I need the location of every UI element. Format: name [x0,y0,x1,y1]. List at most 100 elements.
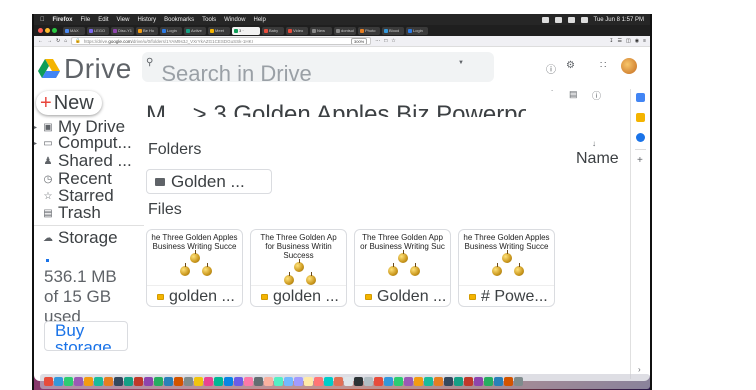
dock-app-icon[interactable] [394,377,403,386]
expand-caret-icon[interactable]: ▸ [34,124,38,131]
keep-icon[interactable] [636,113,645,122]
dock-app-icon[interactable] [174,377,183,386]
browser-tab[interactable]: Photo [358,26,381,35]
dock-app-icon[interactable] [364,377,373,386]
menubar-clock[interactable]: Tue Jun 8 1:57 PM [594,17,644,23]
dock-app-icon[interactable] [114,377,123,386]
dock-app-icon[interactable] [224,377,233,386]
browser-tab[interactable]: LEGO [87,26,109,35]
dock-app-icon[interactable] [254,377,263,386]
browser-tab[interactable]: Active [184,26,207,35]
dock-app-icon[interactable] [344,377,353,386]
new-button[interactable]: + New [36,91,102,115]
dock-app-icon[interactable] [464,377,473,386]
browser-tab[interactable]: Meet [208,26,231,35]
home-icon[interactable]: ⌂ [64,38,67,44]
drive-logo[interactable]: Drive [38,53,132,85]
dock-app-icon[interactable] [494,377,503,386]
zoom-level[interactable]: 300% [351,38,368,44]
menubar-help[interactable]: Help [253,17,265,23]
downloads-icon[interactable]: ↧ [609,38,613,44]
apple-logo-icon[interactable]:  [40,17,45,23]
menubar-edit[interactable]: Edit [98,17,108,23]
dock-app-icon[interactable] [504,377,513,386]
list-view-icon[interactable]: ▤ [569,89,578,100]
dock-app-icon[interactable] [484,377,493,386]
bookmark-star-icon[interactable]: ☆ [391,38,395,44]
browser-tab[interactable]: 3 · [232,26,261,35]
forward-icon[interactable]: → [47,38,52,44]
dock-app-icon[interactable] [134,377,143,386]
dock-app-icon[interactable] [104,377,113,386]
sidebar-toggle-icon[interactable]: ◫ [626,38,631,44]
pocket-icon[interactable]: □ [384,38,387,44]
browser-tab[interactable]: Blood [382,26,405,35]
dock-app-icon[interactable] [244,377,253,386]
url-bar[interactable]: 🔒 https://drive. google.com/drive/u/0/fol… [71,37,372,45]
sort-by-name[interactable]: Name [576,150,619,168]
dock-app-icon[interactable] [324,377,333,386]
dock-app-icon[interactable] [274,377,283,386]
menubar-view[interactable]: View [117,17,130,23]
reload-icon[interactable]: ↻ [56,38,60,44]
file-card[interactable]: he Three Golden Apples Business Writing … [458,229,555,307]
close-window-icon[interactable] [38,28,43,33]
dock-app-icon[interactable] [164,377,173,386]
tasks-icon[interactable] [636,133,645,142]
browser-tab[interactable]: MAX [63,26,85,35]
dock-app-icon[interactable] [194,377,203,386]
minimize-window-icon[interactable] [45,28,50,33]
calendar-icon[interactable] [636,93,645,102]
dock-app-icon[interactable] [154,377,163,386]
dock-app-icon[interactable] [264,377,273,386]
search-input[interactable]: Search in Drive [161,61,311,82]
search-icon[interactable]: ⚲ [146,57,153,68]
browser-tab[interactable]: Login [160,26,183,35]
dock-app-icon[interactable] [474,377,483,386]
info-icon[interactable]: ⓘ [592,89,601,102]
dock-app-icon[interactable] [234,377,243,386]
battery-icon[interactable] [541,16,549,23]
expand-panel-icon[interactable]: › [638,365,641,374]
hamburger-menu-icon[interactable]: ≡ [643,38,646,44]
back-icon[interactable]: ← [38,38,43,44]
browser-tab[interactable]: Login [406,26,429,35]
library-icon[interactable]: ☰ [617,38,621,44]
apps-grid-icon[interactable]: ∷ [600,60,606,71]
dock-app-icon[interactable] [144,377,153,386]
breadcrumb[interactable]: M... > 3 Golden Apples Biz Powerpoi [146,89,526,117]
menubar-app-name[interactable]: Firefox [53,17,73,23]
sort-direction-icon[interactable]: ↓ [592,139,596,148]
dock-app-icon[interactable] [214,377,223,386]
control-center-icon[interactable] [580,16,588,23]
dock-app-icon[interactable] [54,377,63,386]
menubar-window[interactable]: Window [224,17,245,23]
file-card[interactable]: The Three Golden App or Business Writing… [354,229,451,307]
menubar-bookmarks[interactable]: Bookmarks [164,17,194,23]
menubar-file[interactable]: File [81,17,91,23]
dock-app-icon[interactable] [354,377,363,386]
browser-tab[interactable]: Video [286,26,309,35]
extension-icon[interactable]: ◉ [635,38,639,44]
dock-app-icon[interactable] [334,377,343,386]
dock-app-icon[interactable] [424,377,433,386]
folder-item[interactable]: Golden ... [146,169,272,194]
dock-app-icon[interactable] [384,377,393,386]
avatar[interactable] [621,58,637,74]
gear-icon[interactable]: ⚙ [566,60,575,71]
sidebar-item-computers[interactable]: ▸ ▭ Comput... [34,133,132,152]
browser-tab[interactable]: New [310,26,333,35]
dock-app-icon[interactable] [94,377,103,386]
dock-app-icon[interactable] [74,377,83,386]
breadcrumb-text[interactable]: M... > 3 Golden Apples Biz Powerpoi [146,101,526,117]
dock-app-icon[interactable] [84,377,93,386]
dock-app-icon[interactable] [284,377,293,386]
search-options-icon[interactable]: ▼ [458,60,464,66]
dock-app-icon[interactable] [454,377,463,386]
dock-app-icon[interactable] [64,377,73,386]
dock-app-icon[interactable] [444,377,453,386]
help-circle-icon[interactable]: ⓘ [546,61,556,76]
menubar-tools[interactable]: Tools [202,17,216,23]
page-actions-icon[interactable]: ··· [375,38,380,44]
browser-tab[interactable]: Be Ho [136,26,159,35]
